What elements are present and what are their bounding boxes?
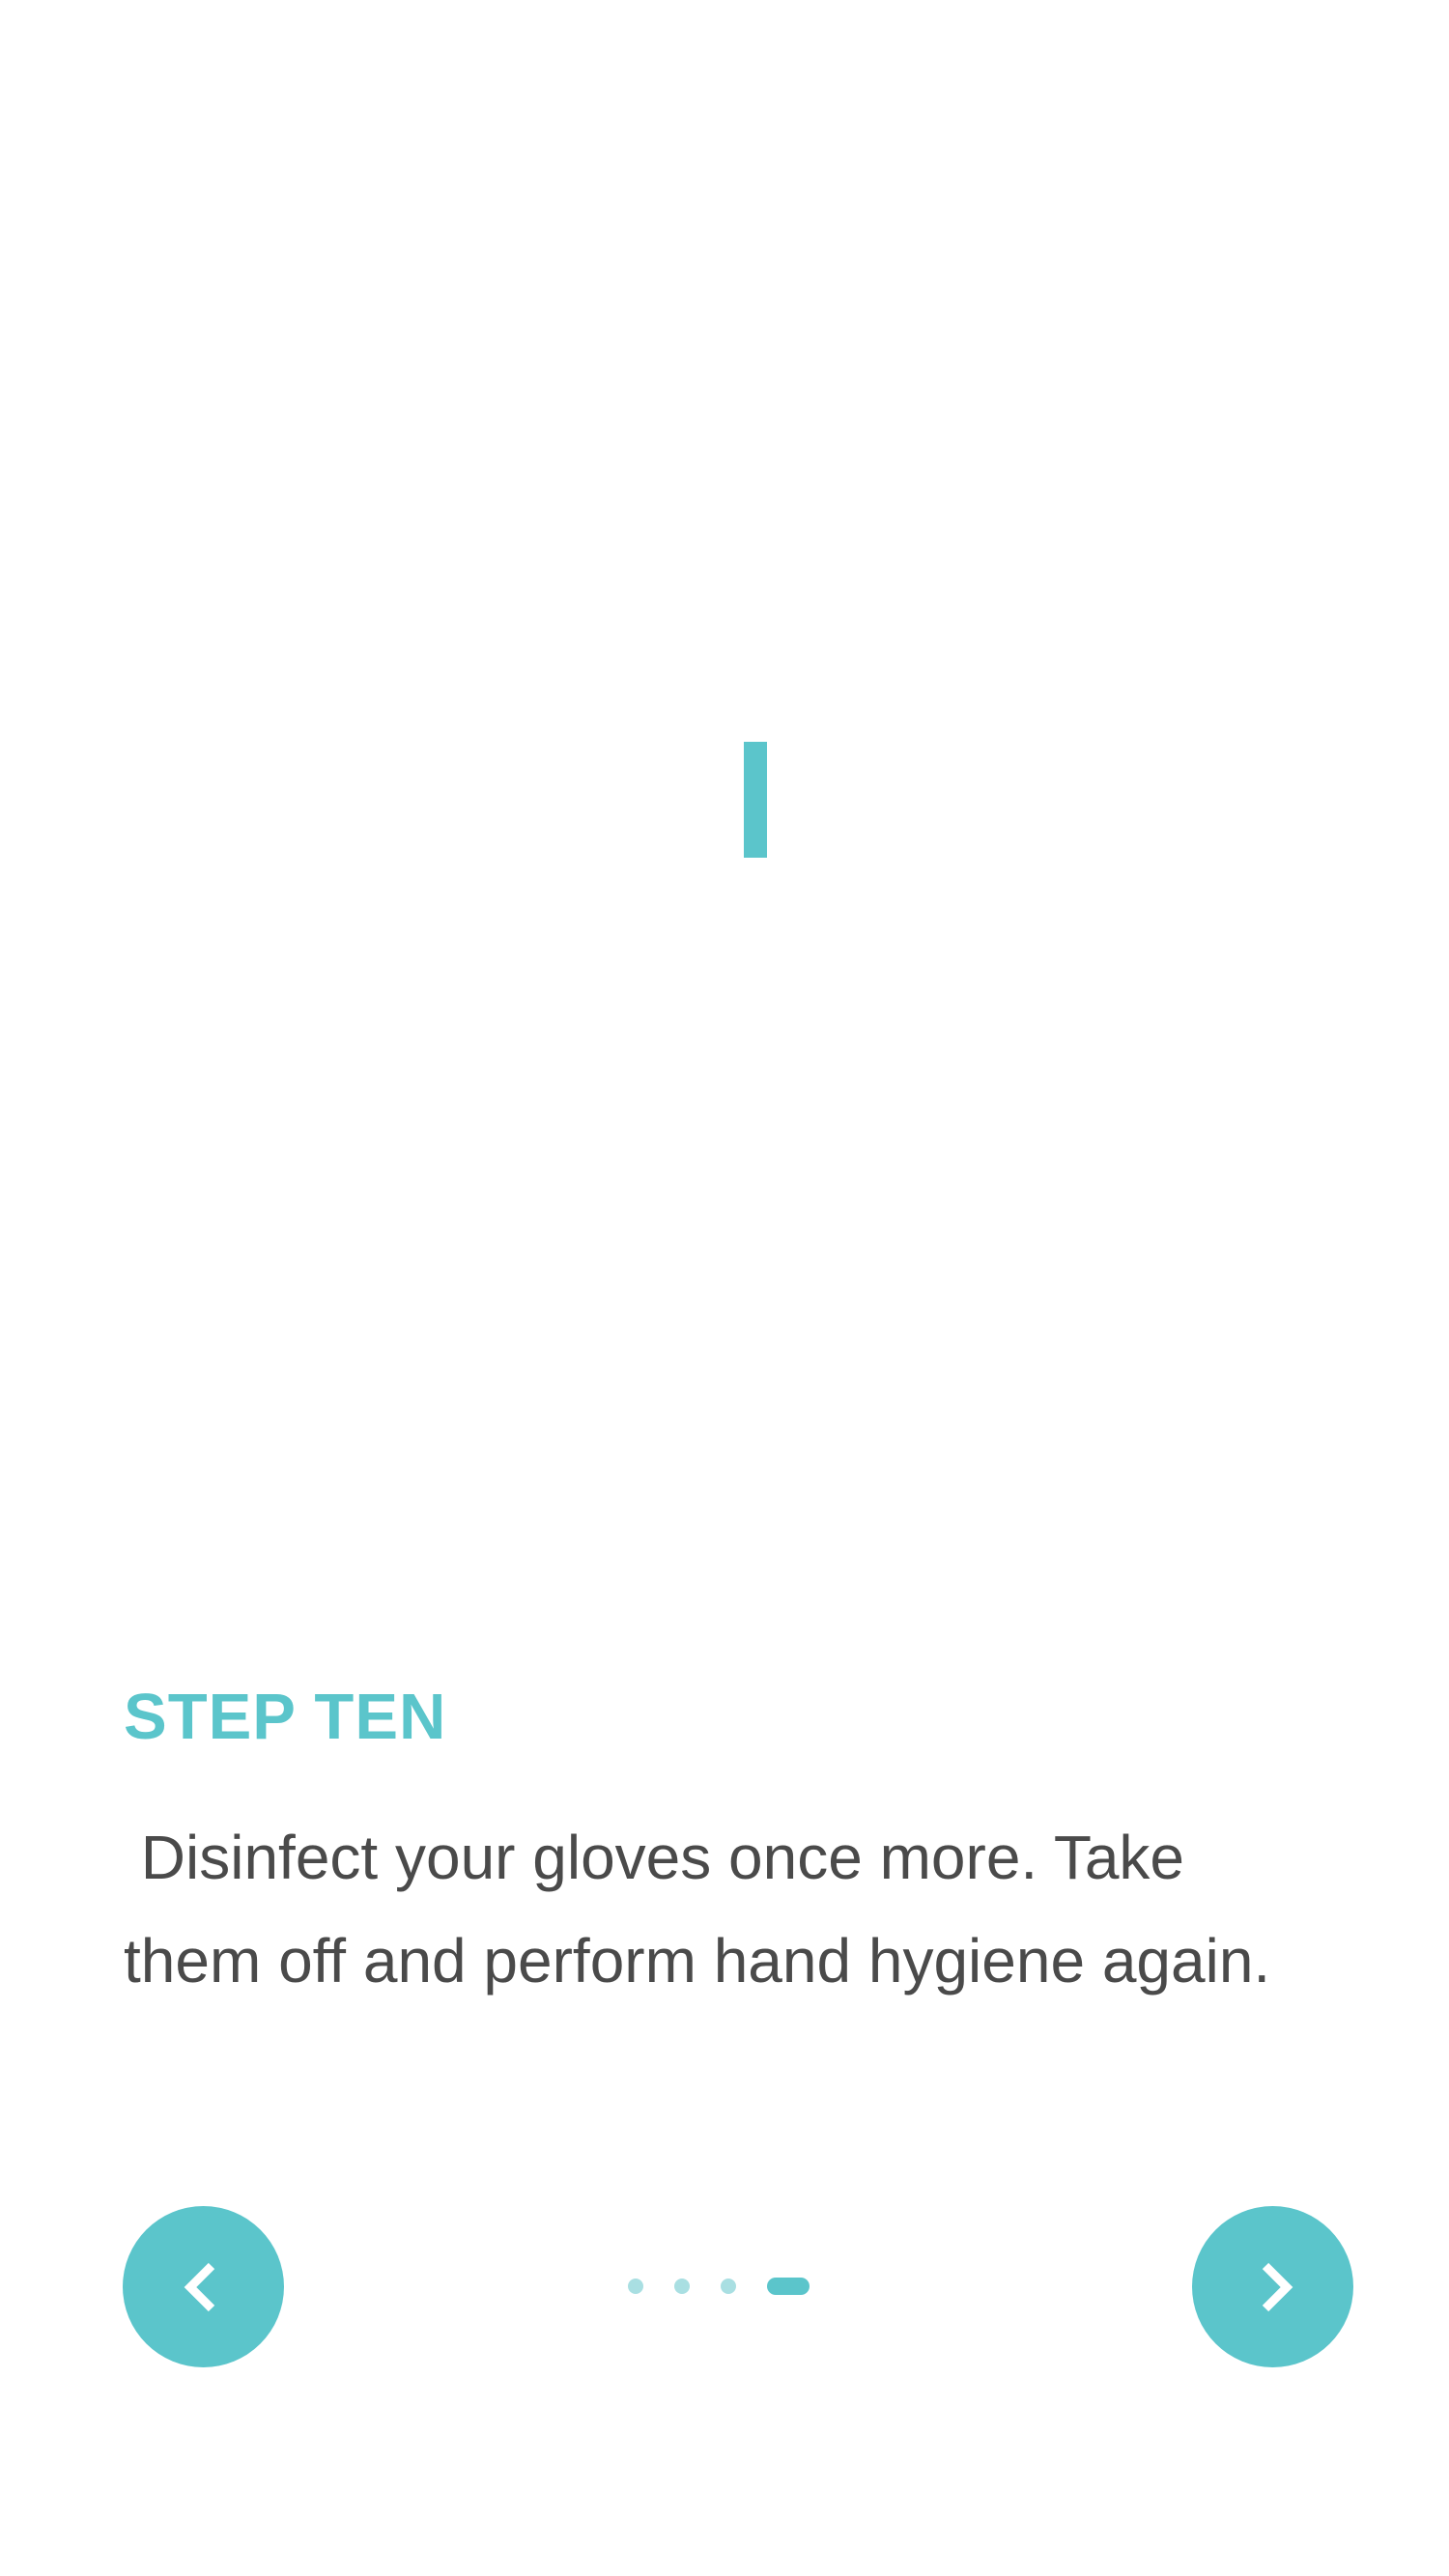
next-button[interactable] — [1192, 2206, 1353, 2367]
chevron-left-icon — [184, 2262, 214, 2311]
page-dot[interactable] — [628, 2279, 643, 2294]
page-indicator — [628, 2277, 810, 2296]
chevron-right-icon — [1262, 2262, 1293, 2311]
loading-indicator-icon — [744, 742, 767, 858]
step-description: Disinfect your gloves once more. Take th… — [124, 1823, 1271, 1996]
previous-button[interactable] — [123, 2206, 284, 2367]
step-title: STEP TEN — [124, 1681, 447, 1753]
page-dot[interactable] — [721, 2279, 736, 2294]
page-dot[interactable] — [674, 2279, 690, 2294]
onboarding-screen: STEP TEN Disinfect your gloves once more… — [0, 0, 1449, 2576]
page-dot-active[interactable] — [767, 2278, 810, 2295]
